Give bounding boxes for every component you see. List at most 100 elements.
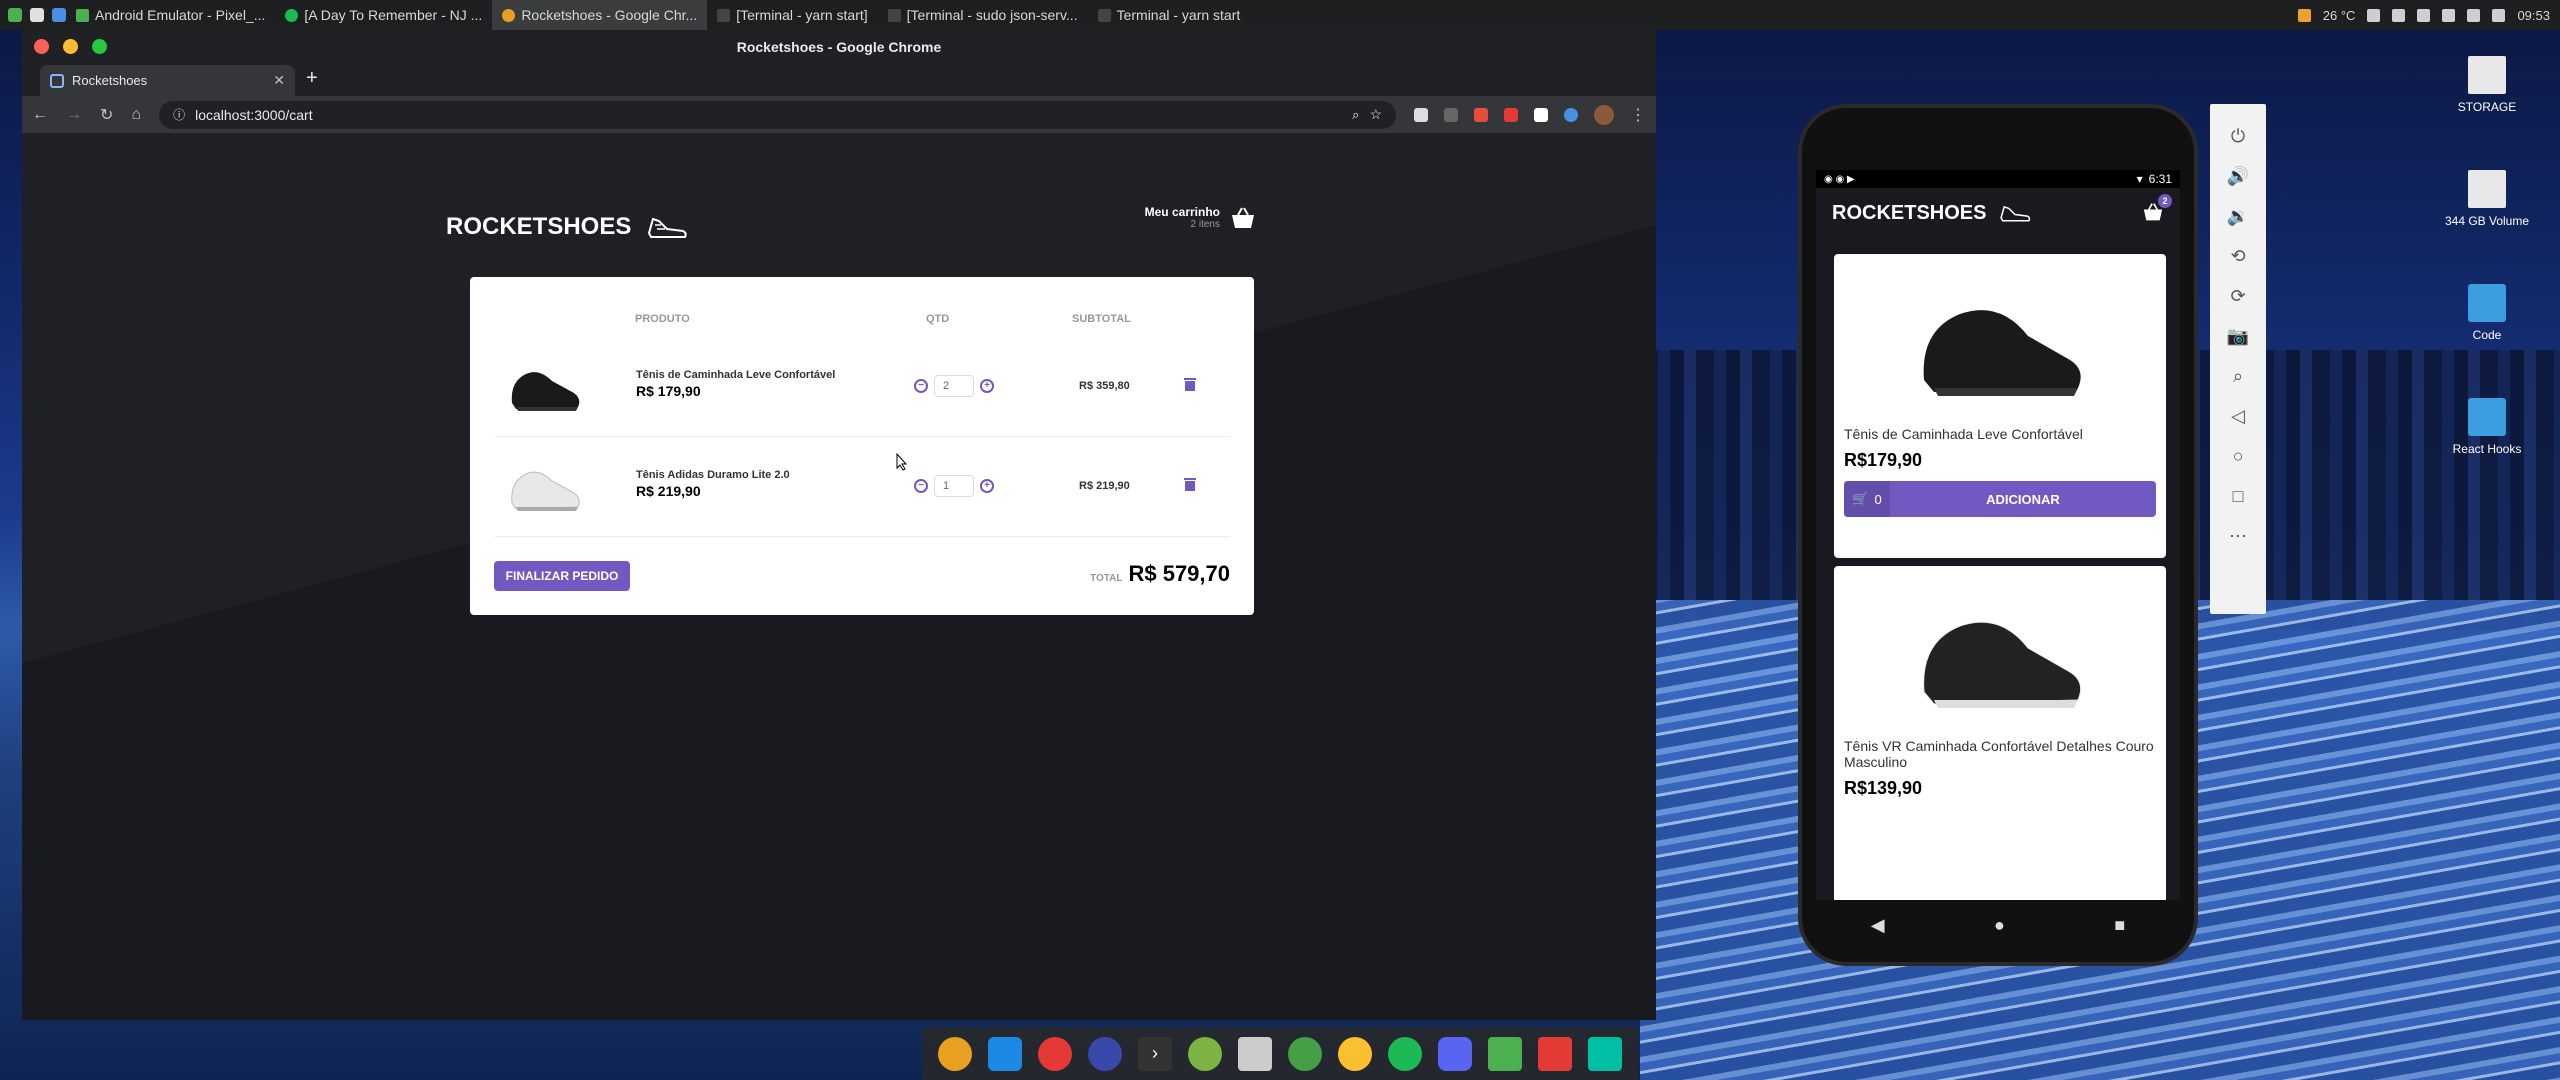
camera-icon[interactable] xyxy=(2367,8,2381,22)
vscode-icon[interactable] xyxy=(988,1036,1022,1071)
minimize-window-button[interactable] xyxy=(63,39,78,54)
favicon-icon xyxy=(50,73,64,88)
app-icon[interactable] xyxy=(1588,1036,1622,1071)
rotate-right-icon[interactable]: ⟳ xyxy=(2228,286,2248,306)
window-title: Rocketshoes - Google Chrome xyxy=(736,38,942,55)
phone-logo[interactable]: ROCKETSHOES xyxy=(1832,202,1986,225)
extension-icon[interactable] xyxy=(1474,107,1488,122)
volume-down-icon[interactable]: 🔉 xyxy=(2227,206,2249,226)
chrome-icon[interactable] xyxy=(938,1036,972,1071)
overview-icon[interactable]: □ xyxy=(2228,486,2248,506)
site-header: ROCKETSHOES Meu carrinho 2 itens xyxy=(446,205,1256,255)
zoom-icon[interactable]: ⌕ xyxy=(1352,107,1359,123)
url-text[interactable]: localhost:3000/cart xyxy=(195,107,1342,123)
taskbar-item-terminal-1[interactable]: [Terminal - yarn start] xyxy=(707,0,877,30)
app-icon[interactable] xyxy=(1088,1036,1122,1071)
taskbar-item-spotify[interactable]: [A Day To Remember - NJ ... xyxy=(275,0,492,30)
menu-kebab-icon[interactable]: ⋮ xyxy=(1630,105,1646,125)
maximize-window-button[interactable] xyxy=(92,39,107,54)
weather-icon xyxy=(2297,8,2311,22)
nav-home-icon[interactable]: ● xyxy=(1994,915,2005,936)
taskbar-item-terminal-2[interactable]: [Terminal - sudo json-serv... xyxy=(878,0,1088,30)
desktop-icon-react-hooks[interactable]: React Hooks xyxy=(2432,398,2542,456)
forward-icon[interactable]: → xyxy=(66,106,82,124)
address-bar[interactable]: ⓘ localhost:3000/cart ⌕ ☆ xyxy=(159,100,1396,129)
close-tab-icon[interactable]: ✕ xyxy=(273,72,285,89)
folder-icon xyxy=(2468,284,2506,322)
terminal-icon xyxy=(717,8,731,22)
extension-icon[interactable] xyxy=(1414,107,1428,122)
profile-avatar[interactable] xyxy=(1594,104,1614,125)
nav-recents-icon[interactable]: ■ xyxy=(2114,915,2125,936)
apps-menu-icon[interactable] xyxy=(8,8,22,22)
shoe-logo-icon xyxy=(648,217,688,238)
decrement-icon[interactable]: − xyxy=(914,479,928,493)
spotify-icon[interactable] xyxy=(1388,1036,1422,1071)
product-name: Tênis de Caminhada Leve Confortável xyxy=(636,369,836,381)
display-icon[interactable] xyxy=(2417,8,2431,22)
decrement-icon[interactable]: − xyxy=(914,379,928,393)
header-cart[interactable]: Meu carrinho 2 itens xyxy=(1145,205,1256,230)
product-image xyxy=(1923,621,2082,708)
volume-icon[interactable] xyxy=(2467,8,2481,22)
files-icon[interactable] xyxy=(1238,1036,1272,1071)
home-icon[interactable]: ○ xyxy=(2228,446,2248,466)
nav-back-icon[interactable]: ◀ xyxy=(1871,915,1885,936)
drive-icon xyxy=(2468,170,2506,208)
back-icon[interactable]: ← xyxy=(32,106,48,124)
home-icon[interactable]: ⌂ xyxy=(131,106,141,124)
desktop-icon-volume[interactable]: 344 GB Volume xyxy=(2432,170,2542,228)
quantity-input[interactable]: 1 xyxy=(934,475,974,497)
total-label: TOTAL xyxy=(1090,573,1123,584)
checkout-button[interactable]: FINALIZAR PEDIDO xyxy=(494,561,630,591)
info-icon[interactable]: ⓘ xyxy=(173,106,185,123)
extension-icon[interactable] xyxy=(1564,107,1578,122)
show-desktop-icon[interactable] xyxy=(30,8,44,22)
battery-icon[interactable] xyxy=(2492,8,2506,22)
back-icon[interactable]: ◁ xyxy=(2228,406,2248,426)
taskbar-item-terminal-3[interactable]: Terminal - yarn start xyxy=(1088,0,1251,30)
app-icon[interactable] xyxy=(1538,1036,1572,1071)
youtube-extension-icon[interactable] xyxy=(1504,107,1518,122)
product-price: R$ 219,90 xyxy=(636,483,701,499)
app-icon[interactable] xyxy=(1038,1036,1072,1071)
close-window-button[interactable] xyxy=(34,39,49,54)
app-icon[interactable] xyxy=(1488,1036,1522,1071)
add-to-cart-button[interactable]: 🛒 0 ADICIONAR xyxy=(1844,481,2156,517)
bookmark-star-icon[interactable]: ☆ xyxy=(1369,106,1382,123)
item-subtotal: R$ 219,90 xyxy=(1079,480,1130,492)
notification-icons: ◉ ◉ ▶ xyxy=(1824,173,1855,185)
discord-icon[interactable] xyxy=(1438,1036,1472,1071)
desktop-icon-storage[interactable]: STORAGE xyxy=(2432,56,2542,114)
files-icon[interactable] xyxy=(52,8,66,22)
tab-rocketshoes[interactable]: Rocketshoes ✕ xyxy=(40,65,295,96)
site-logo[interactable]: ROCKETSHOES xyxy=(446,213,689,241)
reload-icon[interactable]: ↻ xyxy=(100,105,113,125)
desktop-icon-code[interactable]: Code xyxy=(2432,284,2542,342)
notion-extension-icon[interactable] xyxy=(1534,107,1548,122)
increment-icon[interactable]: + xyxy=(980,379,994,393)
bluetooth-icon[interactable] xyxy=(2442,8,2456,22)
extension-icon[interactable] xyxy=(1444,107,1458,122)
shield-icon[interactable] xyxy=(2392,8,2406,22)
app-icon[interactable] xyxy=(1338,1036,1372,1071)
mongodb-icon[interactable] xyxy=(1288,1036,1322,1071)
phone-cart-badge: 2 xyxy=(2158,194,2172,208)
product-price: R$ 179,90 xyxy=(636,383,701,399)
screenshot-icon[interactable]: 📷 xyxy=(2227,326,2249,346)
trash-icon[interactable] xyxy=(1184,477,1196,491)
power-icon[interactable]: ⏻ xyxy=(2228,126,2248,146)
trash-icon[interactable] xyxy=(1184,377,1196,391)
taskbar-item-emulator[interactable]: Android Emulator - Pixel_... xyxy=(66,0,275,30)
android-studio-icon[interactable] xyxy=(1188,1036,1222,1071)
zoom-icon[interactable]: ⌕ xyxy=(2228,366,2248,386)
rotate-left-icon[interactable]: ⟲ xyxy=(2228,246,2248,266)
new-tab-button[interactable]: + xyxy=(306,67,318,90)
drive-icon xyxy=(2468,56,2506,94)
volume-up-icon[interactable]: 🔊 xyxy=(2227,166,2249,186)
terminal-icon[interactable]: › xyxy=(1138,1036,1172,1071)
quantity-input[interactable]: 2 xyxy=(934,375,974,397)
more-icon[interactable]: ⋯ xyxy=(2228,526,2248,546)
taskbar-item-chrome[interactable]: Rocketshoes - Google Chr... xyxy=(492,0,708,30)
increment-icon[interactable]: + xyxy=(980,479,994,493)
